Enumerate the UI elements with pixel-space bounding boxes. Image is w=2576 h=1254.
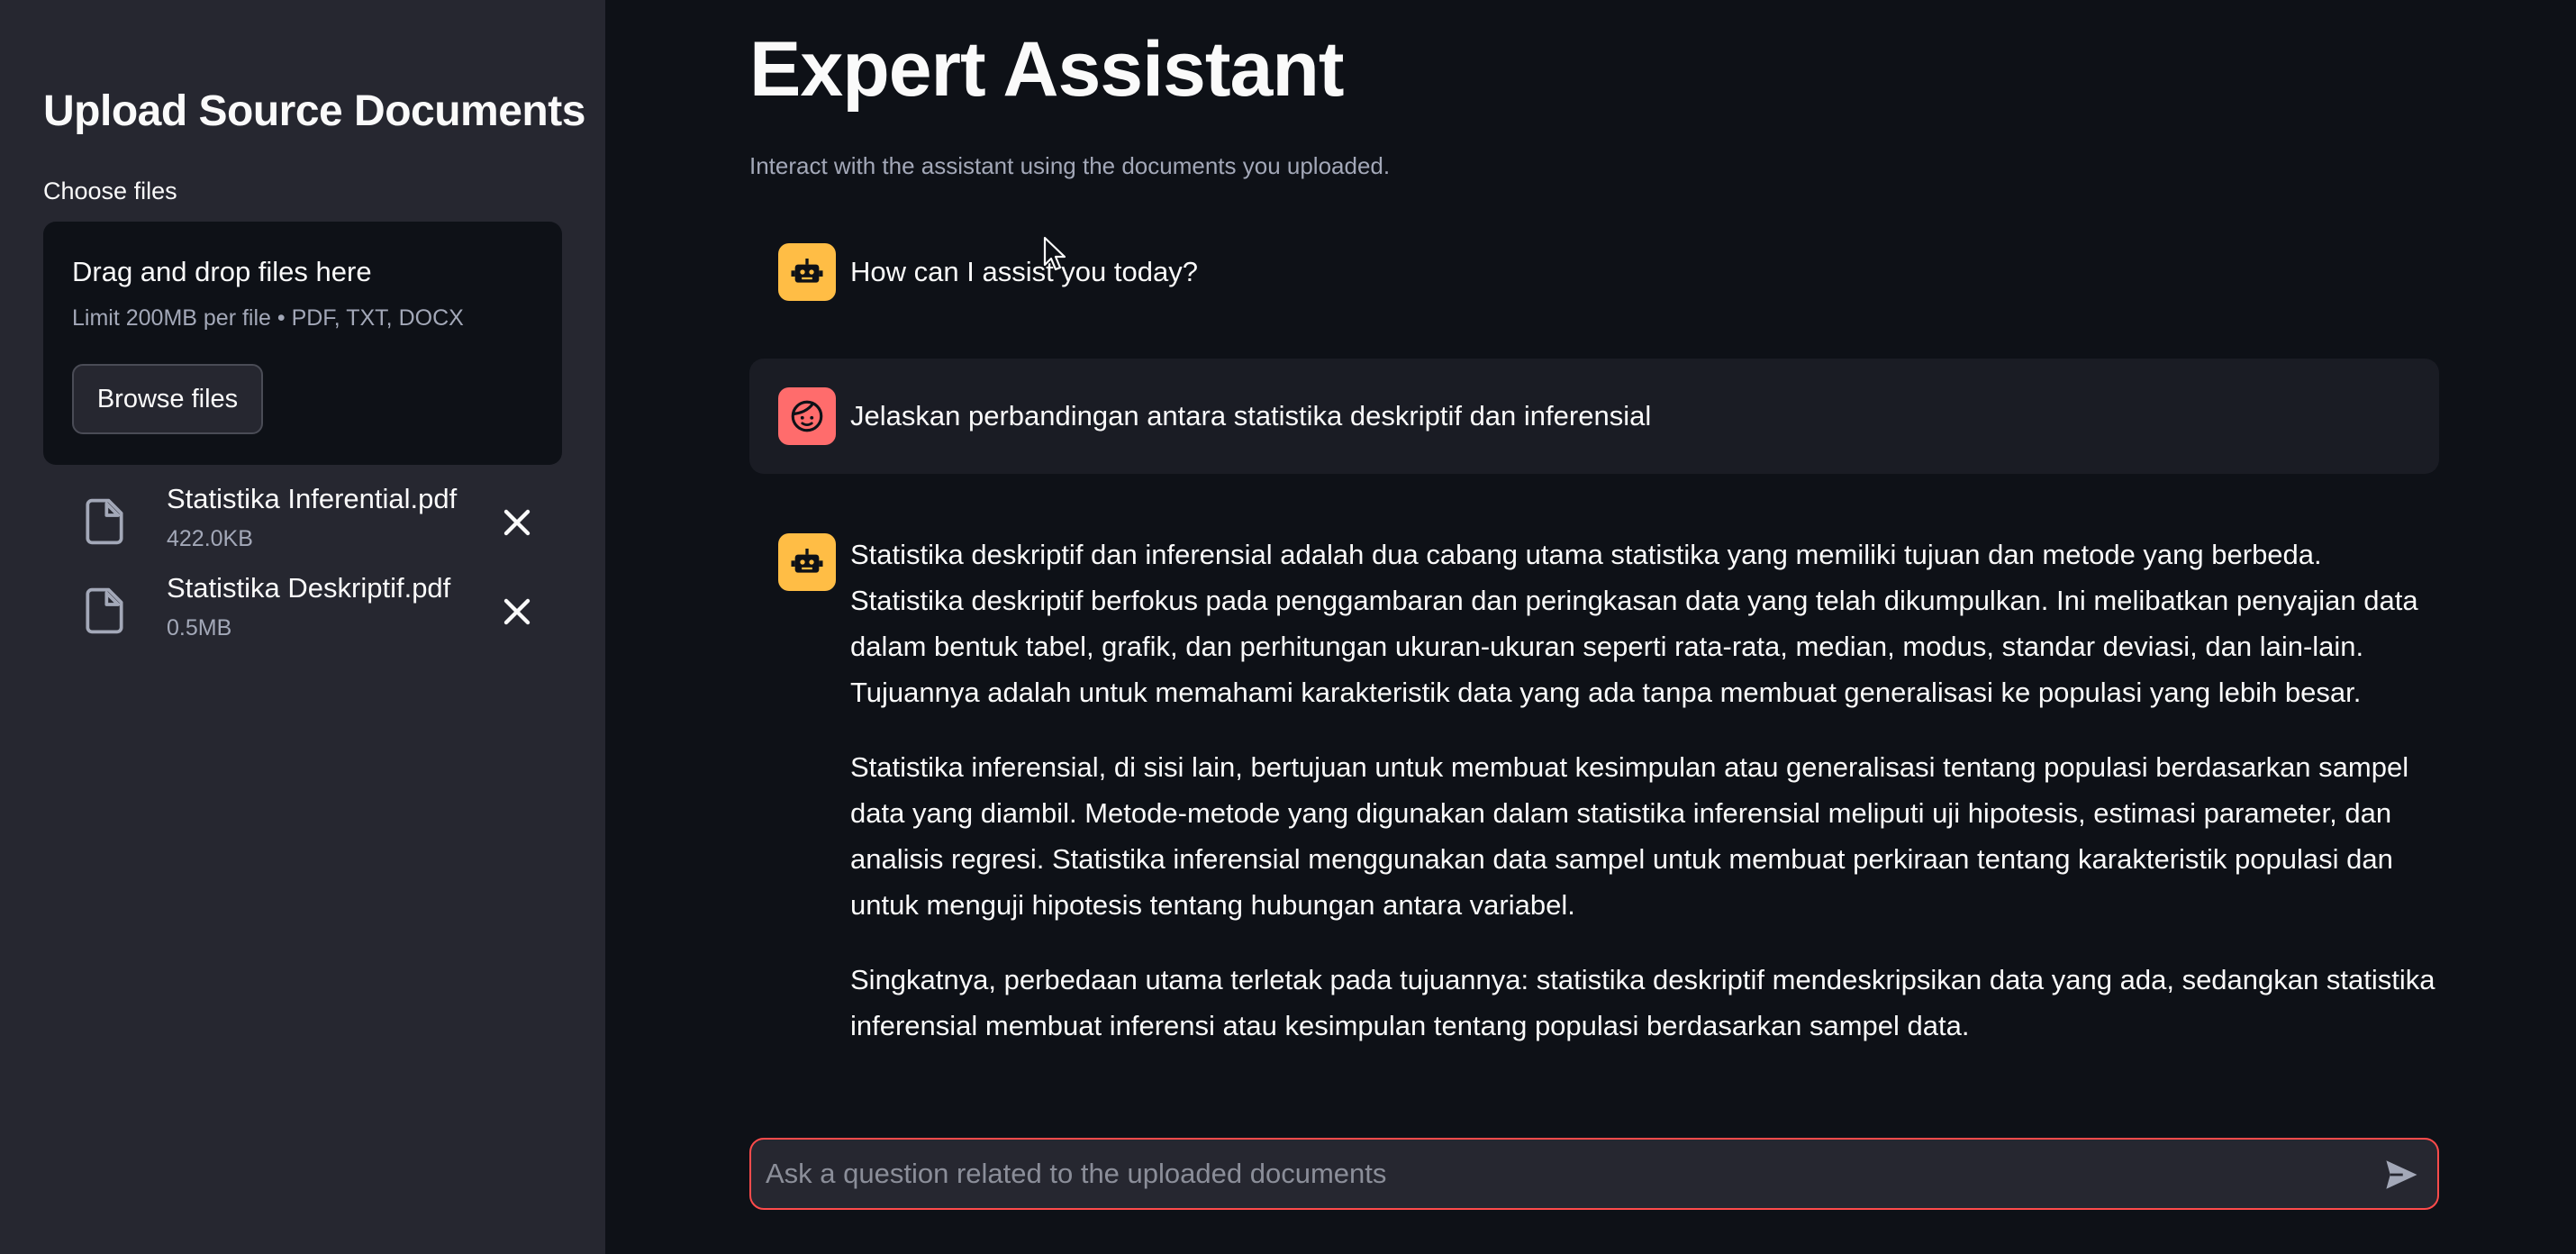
robot-icon	[778, 533, 836, 591]
user-face-icon	[778, 387, 836, 445]
close-icon[interactable]	[495, 590, 539, 633]
message-text: Statistika deskriptif dan inferensial ad…	[850, 532, 2439, 1077]
send-icon[interactable]	[2381, 1156, 2421, 1194]
chat-message-assistant: How can I assist you today?	[749, 236, 2439, 308]
chat-message-assistant: Statistika deskriptif dan inferensial ad…	[749, 528, 2439, 1068]
message-paragraph: Singkatnya, perbedaan utama terletak pad…	[850, 964, 2435, 1041]
chat-input[interactable]	[766, 1140, 2351, 1208]
file-name: Statistika Inferential.pdf	[167, 483, 458, 514]
file-size: 422.0KB	[167, 526, 253, 551]
message-text: Jelaskan perbandingan antara statistika …	[850, 400, 1652, 432]
message-text: How can I assist you today?	[850, 256, 1198, 287]
close-icon[interactable]	[495, 501, 539, 544]
file-uploader-label: Choose files	[43, 177, 177, 204]
file-size: 0.5MB	[167, 615, 232, 641]
robot-icon	[778, 243, 836, 301]
file-icon	[86, 587, 123, 634]
browse-files-button[interactable]: Browse files	[72, 364, 263, 434]
uploaded-file-item: Statistika Inferential.pdf 422.0KB	[79, 483, 566, 562]
file-icon	[86, 498, 123, 545]
chat-input-box[interactable]	[749, 1138, 2439, 1210]
file-dropzone[interactable]: Drag and drop files here Limit 200MB per…	[43, 222, 562, 465]
file-name: Statistika Deskriptif.pdf	[167, 572, 451, 604]
page-title: Expert Assistant	[749, 26, 1344, 113]
sidebar-title: Upload Source Documents	[43, 87, 585, 135]
uploaded-file-item: Statistika Deskriptif.pdf 0.5MB	[79, 572, 566, 651]
mouse-cursor-icon	[1043, 236, 1066, 271]
dropzone-instructions: Drag and drop files here	[72, 256, 372, 287]
message-paragraph: Statistika inferensial, di sisi lain, be…	[850, 751, 2409, 921]
sidebar: Upload Source Documents Choose files Dra…	[0, 0, 605, 1254]
message-paragraph: Statistika deskriptif dan inferensial ad…	[850, 539, 2418, 708]
dropzone-limit-text: Limit 200MB per file • PDF, TXT, DOCX	[72, 305, 464, 331]
page-caption: Interact with the assistant using the do…	[749, 152, 1391, 179]
chat-message-user: Jelaskan perbandingan antara statistika …	[749, 359, 2439, 474]
